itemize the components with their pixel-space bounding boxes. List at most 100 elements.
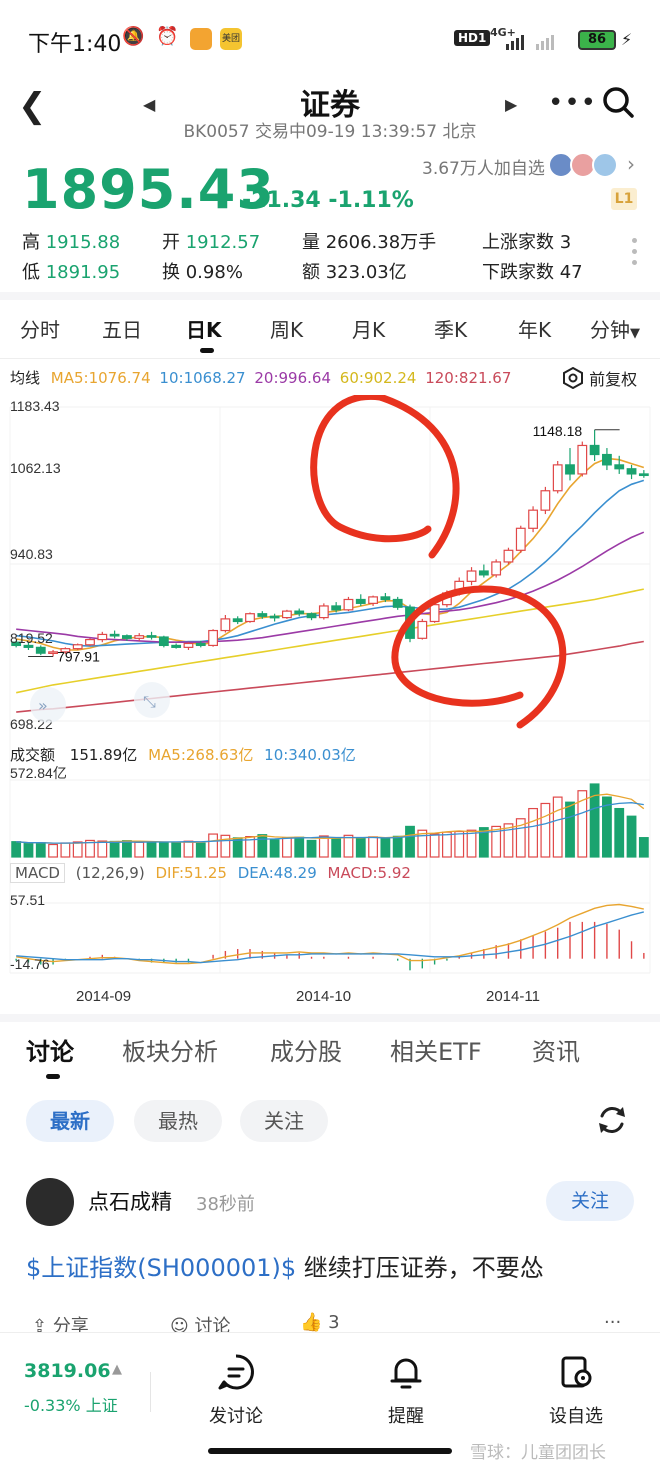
search-icon[interactable]: [602, 86, 634, 118]
tab-news[interactable]: 资讯: [532, 1032, 580, 1067]
candle-body: [540, 490, 551, 511]
tab-five-day[interactable]: 五日: [102, 314, 142, 343]
watcher-avatars[interactable]: [548, 152, 620, 178]
macd-dif-line: [16, 903, 644, 965]
like-button[interactable]: 👍 3: [300, 1312, 340, 1333]
tab-yearly-k[interactable]: 年K: [518, 314, 551, 343]
volume-bar: [380, 837, 391, 858]
post-text: $上证指数(SH000001)$ 继续打压证券，不要怂: [26, 1248, 544, 1283]
bell-icon: [390, 1358, 422, 1389]
candle-body: [638, 473, 649, 477]
volume-bar: [528, 807, 538, 858]
tab-sector-analysis[interactable]: 板块分析: [122, 1032, 218, 1067]
candle-body: [318, 605, 329, 619]
filter-latest[interactable]: 最新: [26, 1100, 114, 1142]
candle-body: [134, 635, 145, 639]
candle-body: [343, 598, 354, 611]
post-author[interactable]: 点石成精: [88, 1186, 172, 1216]
tab-monthly-k[interactable]: 月K: [352, 314, 385, 343]
candle-body: [146, 635, 157, 638]
volume-bar: [565, 801, 575, 858]
volume-bar: [454, 830, 465, 858]
watermark: 雪球：儿童团团长: [470, 1443, 606, 1463]
macd-value: MACD:5.92: [327, 864, 411, 882]
level-badge[interactable]: L1: [611, 188, 637, 210]
candle-body: [577, 444, 588, 475]
candle-body: [392, 598, 403, 608]
ma60-value: 60:902.24: [339, 369, 417, 387]
tab-weekly-k[interactable]: 周K: [270, 314, 303, 343]
refresh-icon[interactable]: [594, 1102, 630, 1138]
macd-dea-line: [16, 911, 644, 964]
volume-label: 成交额: [10, 746, 56, 764]
volume-bar: [355, 837, 366, 858]
more-icon[interactable]: •••: [548, 88, 597, 118]
more-vertical-icon[interactable]: [632, 238, 638, 271]
watchers-count[interactable]: 3.67万人加自选: [422, 154, 545, 179]
follow-button[interactable]: 关注: [546, 1181, 634, 1221]
volume-ma10: 10:340.03亿: [264, 746, 356, 764]
fuquan-button[interactable]: 前复权: [562, 366, 638, 390]
candle-body: [109, 633, 120, 637]
filter-following[interactable]: 关注: [240, 1100, 328, 1142]
volume-bar: [97, 840, 108, 858]
volume-legend: 成交额 151.89亿 MA5:268.63亿 10:340.03亿: [10, 744, 356, 765]
stat-amount: 额 323.03亿: [302, 262, 407, 283]
candle-body: [614, 464, 625, 470]
kline-tabs: 分时 五日 日K 周K 月K 季K 年K 分钟▼: [0, 314, 660, 354]
tab-daily-k[interactable]: 日K: [186, 314, 222, 343]
chevron-right-icon[interactable]: ›: [627, 152, 635, 176]
content-tab-underline: [46, 1074, 60, 1079]
avatar: [592, 152, 618, 178]
tab-related-etf[interactable]: 相关ETF: [390, 1032, 482, 1067]
volume-bar: [257, 834, 268, 858]
candle-body: [232, 618, 243, 623]
post-more-icon[interactable]: ···: [604, 1312, 621, 1333]
stat-fall: 下跌家数 47: [482, 262, 583, 283]
candle-body: [589, 444, 600, 456]
volume-bar: [60, 842, 71, 858]
tab-discussion[interactable]: 讨论: [26, 1032, 74, 1067]
add-watchlist-button[interactable]: 设自选: [526, 1352, 626, 1428]
candle-body: [565, 464, 575, 475]
ma5-value: MA5:1076.74: [50, 369, 151, 387]
stock-link[interactable]: $上证指数(SH000001)$: [26, 1254, 296, 1282]
volume-bar: [11, 841, 22, 858]
candle-body: [491, 561, 502, 576]
volume-bar: [318, 835, 329, 858]
volume-bar: [195, 842, 206, 858]
avatar[interactable]: [26, 1178, 74, 1226]
filter-hottest[interactable]: 最热: [134, 1100, 222, 1142]
volume-max-label: 572.84亿: [10, 765, 67, 781]
macd-label[interactable]: MACD: [10, 863, 65, 883]
prev-stock-button[interactable]: ◀: [143, 95, 155, 114]
battery-icon: 86: [578, 30, 616, 50]
home-indicator[interactable]: [208, 1448, 452, 1454]
candle-body: [122, 635, 132, 639]
next-stock-button[interactable]: ▶: [505, 95, 517, 114]
chat-icon: [218, 1354, 254, 1390]
stat-volume: 量 2606.38万手: [302, 232, 437, 253]
tab-constituents[interactable]: 成分股: [270, 1032, 342, 1067]
volume-bar: [134, 841, 145, 858]
status-time: 下午1:40: [28, 32, 122, 57]
stat-low: 低 1891.95: [22, 262, 121, 283]
candle-body: [257, 613, 268, 617]
app-notification-icon: [190, 28, 212, 50]
y-tick-label: 1183.43: [10, 398, 60, 414]
tab-quarterly-k[interactable]: 季K: [434, 314, 467, 343]
volume-bar: [466, 829, 477, 858]
tab-minute[interactable]: 分钟▼: [590, 314, 640, 343]
post-discussion-label: 发讨论: [209, 1406, 263, 1427]
post-discussion-button[interactable]: 发讨论: [186, 1352, 286, 1428]
divider: [0, 292, 660, 300]
index-value[interactable]: 3819.06: [24, 1360, 111, 1382]
volume-bar: [146, 841, 157, 858]
kline-chart[interactable]: 1183.431062.13940.83819.52698.221148.187…: [0, 395, 660, 1015]
content-tabs: 讨论 板块分析 成分股 相关ETF 资讯: [0, 1032, 660, 1082]
divider: [150, 1372, 151, 1412]
alert-button[interactable]: 提醒: [356, 1352, 456, 1428]
tab-intraday[interactable]: 分时: [20, 314, 60, 343]
volume-bar: [405, 825, 415, 858]
volume-bar: [331, 838, 342, 858]
